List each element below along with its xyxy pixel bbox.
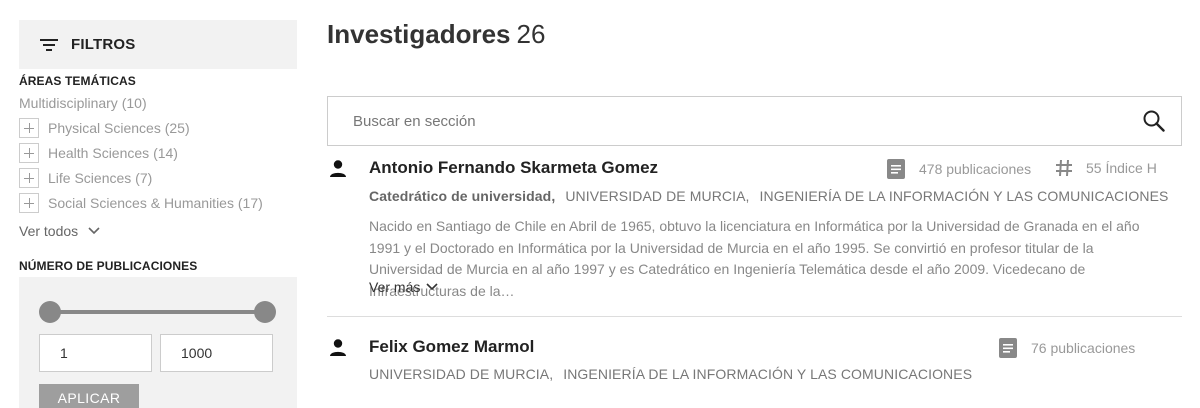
researcher-item: Antonio Fernando Skarmeta Gomez 478 publ… <box>327 158 1182 308</box>
area-label: Multidisciplinary <box>19 95 118 111</box>
area-filter-life-sciences[interactable]: Life Sciences (7) <box>19 168 152 188</box>
range-slider-max-handle[interactable] <box>254 301 276 323</box>
researcher-name[interactable]: Felix Gomez Marmol <box>369 337 534 357</box>
page-title-label: Investigadores <box>327 19 511 49</box>
search-input[interactable] <box>353 97 1113 145</box>
range-slider-min-handle[interactable] <box>39 301 61 323</box>
document-icon <box>887 159 905 179</box>
expand-plus-icon[interactable] <box>19 143 39 163</box>
see-more-link[interactable]: Ver más <box>369 279 438 295</box>
page-title: Investigadores 26 <box>327 19 545 50</box>
filters-sidebar: FILTROS ÁREAS TEMÁTICAS Multidisciplinar… <box>19 20 297 408</box>
area-label: Social Sciences & Humanities <box>48 195 234 211</box>
researcher-department: INGENIERÍA DE LA INFORMACIÓN Y LAS COMUN… <box>759 188 1169 204</box>
area-label: Physical Sciences <box>48 120 161 136</box>
h-index-stat: 55 Índice H <box>1056 159 1157 177</box>
area-filter-social-sciences[interactable]: Social Sciences & Humanities (17) <box>19 193 263 213</box>
expand-plus-icon[interactable] <box>19 118 39 138</box>
researcher-institution: UNIVERSIDAD DE MURCIA, <box>565 188 750 204</box>
publications-count: 478 publicaciones <box>919 161 1032 177</box>
results-count: 26 <box>516 19 546 49</box>
section-search <box>327 96 1182 146</box>
expand-plus-icon[interactable] <box>19 193 39 213</box>
chevron-down-icon <box>426 283 438 291</box>
area-count: (14) <box>153 145 178 161</box>
chevron-down-icon <box>88 227 100 235</box>
hash-icon <box>1056 159 1072 177</box>
see-all-label: Ver todos <box>19 223 79 239</box>
expand-plus-icon[interactable] <box>19 168 39 188</box>
area-filter-health-sciences[interactable]: Health Sciences (14) <box>19 143 178 163</box>
filters-header: FILTROS <box>19 20 297 69</box>
researcher-institution: UNIVERSIDAD DE MURCIA, <box>369 366 554 382</box>
see-all-link[interactable]: Ver todos <box>19 223 100 239</box>
researcher-affiliation: UNIVERSIDAD DE MURCIA, INGENIERÍA DE LA I… <box>369 366 972 382</box>
search-icon[interactable] <box>1143 110 1165 132</box>
area-label: Life Sciences <box>48 170 132 186</box>
area-label: Health Sciences <box>48 145 150 161</box>
person-icon <box>330 160 346 177</box>
result-divider <box>327 316 1182 317</box>
document-icon <box>999 338 1017 358</box>
area-filter-multidisciplinary[interactable]: Multidisciplinary (10) <box>19 95 147 111</box>
area-count: (25) <box>164 120 190 136</box>
researcher-name[interactable]: Antonio Fernando Skarmeta Gomez <box>369 158 658 178</box>
area-count: (10) <box>121 95 147 111</box>
range-max-input[interactable]: 1000 <box>160 334 273 372</box>
apply-button[interactable]: APLICAR <box>39 384 139 408</box>
h-index-value: 55 Índice H <box>1086 160 1157 176</box>
publications-section-title: NÚMERO DE PUBLICACIONES <box>19 259 198 273</box>
area-count: (17) <box>237 195 263 211</box>
see-more-label: Ver más <box>369 279 421 295</box>
area-count: (7) <box>135 170 153 186</box>
researcher-description: Nacido en Santiago de Chile en Abril de … <box>369 218 1140 299</box>
publications-stat: 478 publicaciones <box>887 159 1031 179</box>
filter-lines-icon <box>40 38 58 51</box>
range-slider-track[interactable] <box>49 310 264 314</box>
researcher-affiliation: Catedrático de universidad, UNIVERSIDAD D… <box>369 188 1168 204</box>
researcher-department: INGENIERÍA DE LA INFORMACIÓN Y LAS COMUN… <box>563 366 973 382</box>
researcher-item: Felix Gomez Marmol 76 publicaciones UNIV… <box>327 337 1182 397</box>
area-filter-physical-sciences[interactable]: Physical Sciences (25) <box>19 118 190 138</box>
areas-section-title: ÁREAS TEMÁTICAS <box>19 74 136 88</box>
filters-label: FILTROS <box>71 36 136 53</box>
publications-count: 76 publicaciones <box>1031 340 1136 356</box>
publications-stat: 76 publicaciones <box>999 338 1135 358</box>
person-icon <box>330 339 346 356</box>
publications-range-panel: 1 1000 APLICAR <box>19 277 297 408</box>
range-min-input[interactable]: 1 <box>39 334 152 372</box>
researcher-position: Catedrático de universidad, <box>369 188 556 204</box>
